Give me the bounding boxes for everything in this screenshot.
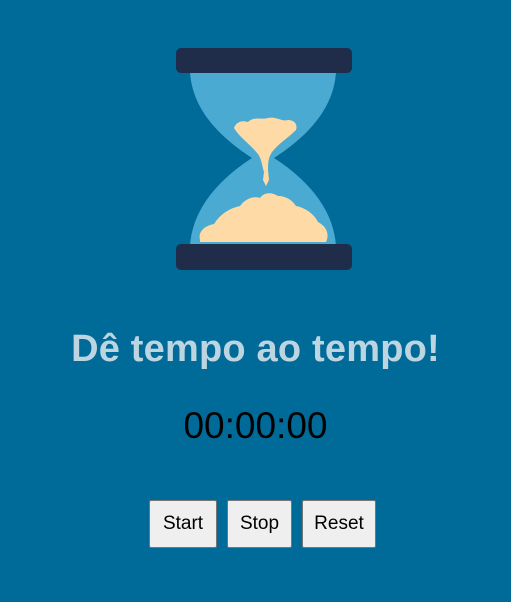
page-title: Dê tempo ao tempo! [71, 328, 440, 370]
timer-display: 00:00:00 [183, 405, 328, 446]
hourglass-icon [176, 48, 352, 270]
reset-button[interactable]: Reset [302, 500, 376, 548]
start-button[interactable]: Start [149, 500, 217, 548]
stop-button[interactable]: Stop [227, 500, 292, 548]
